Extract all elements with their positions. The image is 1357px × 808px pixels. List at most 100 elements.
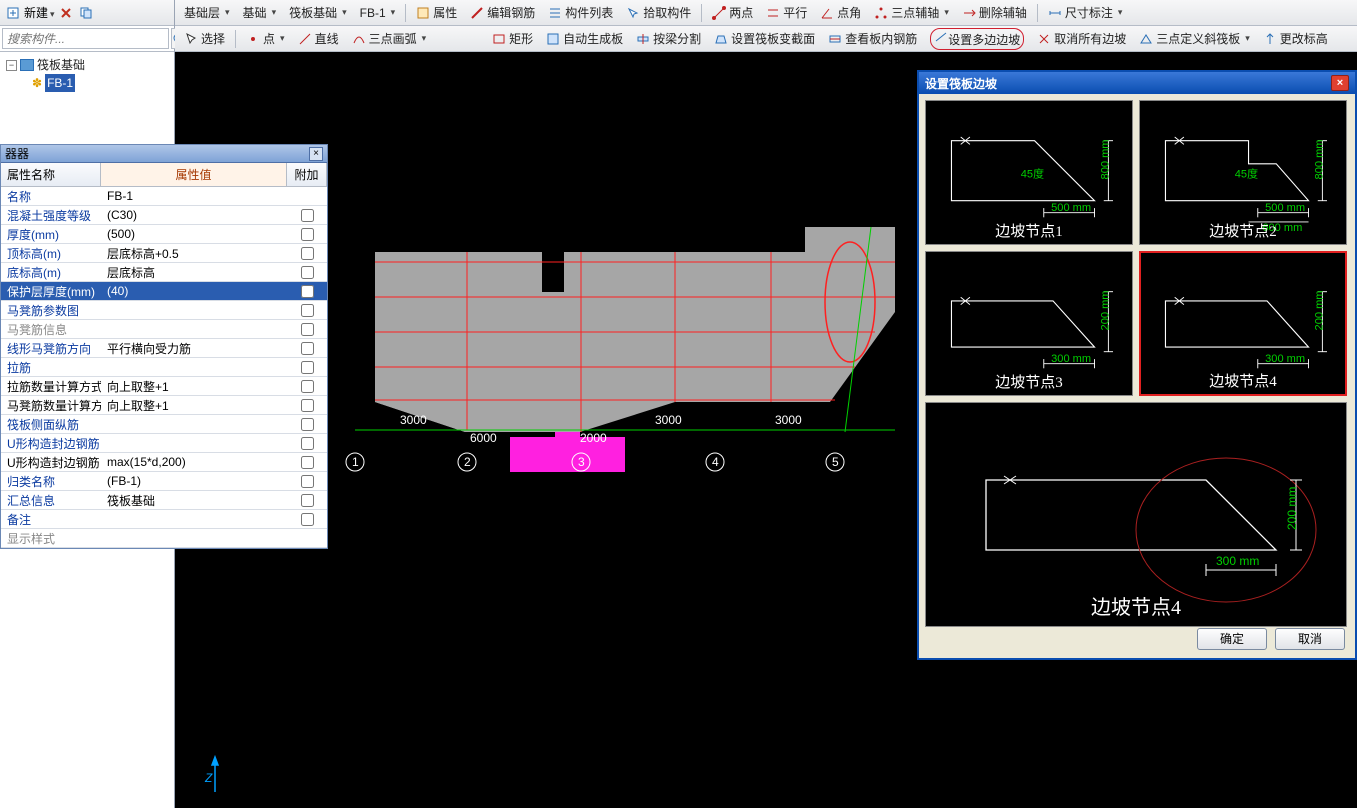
dialog-titlebar[interactable]: 设置筏板边坡 × [919, 72, 1355, 94]
property-row[interactable]: U形构造封边钢筋 [1, 434, 327, 453]
property-row[interactable]: 拉筋 [1, 358, 327, 377]
auto-board-button[interactable]: 自动生成板 [541, 27, 628, 50]
three-point-slab-button[interactable]: 三点定义斜筏板 [1134, 27, 1255, 50]
property-value[interactable]: 筏板基础 [101, 492, 287, 509]
property-row[interactable]: 筏板侧面纵筋 [1, 415, 327, 434]
change-elevation-button[interactable]: 更改标高 [1258, 27, 1333, 50]
extra-checkbox[interactable] [301, 437, 314, 450]
property-row[interactable]: U形构造封边钢筋max(15*d,200) [1, 453, 327, 472]
combo-type[interactable]: 筏板基础 [284, 1, 352, 24]
ok-button[interactable]: 确定 [1197, 628, 1267, 650]
extra-checkbox[interactable] [301, 475, 314, 488]
close-icon[interactable]: × [1331, 75, 1349, 91]
property-value[interactable]: 层底标高 [101, 264, 287, 281]
combo-floor[interactable]: 基础层 [179, 1, 235, 24]
property-row[interactable]: 线形马凳筋方向平行横向受力筋 [1, 339, 327, 358]
slope-thumbnail-3[interactable]: 300 mm 200 mm 边坡节点3 [925, 251, 1133, 396]
pick-component-button[interactable]: 拾取构件 [621, 1, 696, 24]
property-value[interactable]: (C30) [101, 208, 287, 222]
combo-element[interactable]: FB-1 [355, 3, 401, 23]
dialog-title-text: 设置筏板边坡 [925, 75, 997, 92]
property-row[interactable]: 显示样式 [1, 529, 327, 548]
parallel-button[interactable]: 平行 [761, 1, 812, 24]
three-point-axis-button[interactable]: 三点辅轴 [869, 1, 954, 24]
property-row[interactable]: 马凳筋参数图 [1, 301, 327, 320]
delete-axis-button[interactable]: 删除辅轴 [957, 1, 1032, 24]
point-angle-button[interactable]: 点角 [815, 1, 866, 24]
slope-thumbnail-2[interactable]: 500 mm 800 mm600 mm45度 边坡节点2 [1139, 100, 1347, 245]
rect-label: 矩形 [509, 30, 533, 47]
combo-category[interactable]: 基础 [238, 1, 282, 24]
property-value[interactable]: (40) [101, 284, 287, 298]
extra-checkbox[interactable] [301, 494, 314, 507]
extra-checkbox[interactable] [301, 285, 314, 298]
property-row[interactable]: 名称FB-1 [1, 187, 327, 206]
property-row[interactable]: 马凳筋信息 [1, 320, 327, 339]
extra-checkbox[interactable] [301, 342, 314, 355]
two-point-button[interactable]: 两点 [707, 1, 758, 24]
property-value[interactable]: 层底标高+0.5 [101, 245, 287, 262]
property-row[interactable]: 保护层厚度(mm)(40) [1, 282, 327, 301]
cancel-slope-button[interactable]: 取消所有边坡 [1032, 27, 1131, 50]
search-input[interactable] [2, 28, 169, 49]
set-multi-slope-button[interactable]: 设置多边边坡 [925, 25, 1029, 53]
extra-checkbox[interactable] [301, 304, 314, 317]
component-list-button[interactable]: 构件列表 [543, 1, 618, 24]
slope-thumbnail-1[interactable]: 500 mm 800 mm45度 边坡节点1 [925, 100, 1133, 245]
property-row[interactable]: 混凝土强度等级(C30) [1, 206, 327, 225]
close-icon[interactable]: × [309, 147, 323, 161]
line-button[interactable]: 直线 [293, 27, 344, 50]
new-label[interactable]: 新建 [24, 4, 55, 21]
arc3-button[interactable]: 三点画弧 [347, 27, 432, 50]
beam-split-button[interactable]: 按梁分割 [631, 27, 706, 50]
extra-checkbox[interactable] [301, 456, 314, 469]
property-row[interactable]: 归类名称(FB-1) [1, 472, 327, 491]
property-name: 顶标高(m) [1, 245, 101, 262]
property-value[interactable]: FB-1 [101, 189, 287, 203]
rect-button[interactable]: 矩形 [487, 27, 538, 50]
property-row[interactable]: 顶标高(m)层底标高+0.5 [1, 244, 327, 263]
dimension-button[interactable]: 尺寸标注 [1043, 1, 1128, 24]
select-button[interactable]: 选择 [179, 27, 230, 50]
cancel-button[interactable]: 取消 [1275, 628, 1345, 650]
tree-child[interactable]: ✽ FB-1 [6, 74, 168, 92]
property-extra [287, 418, 327, 431]
property-value[interactable]: (FB-1) [101, 474, 287, 488]
copy-icon[interactable] [77, 4, 95, 22]
property-row[interactable]: 厚度(mm)(500) [1, 225, 327, 244]
search-row [0, 26, 174, 52]
property-row[interactable]: 备注 [1, 510, 327, 529]
extra-checkbox[interactable] [301, 228, 314, 241]
delete-icon[interactable] [57, 4, 75, 22]
extra-checkbox[interactable] [301, 209, 314, 222]
extra-checkbox[interactable] [301, 380, 314, 393]
extra-checkbox[interactable] [301, 418, 314, 431]
extra-checkbox[interactable] [301, 513, 314, 526]
extra-checkbox[interactable] [301, 399, 314, 412]
extra-checkbox[interactable] [301, 247, 314, 260]
property-titlebar[interactable]: 器器 × [1, 145, 327, 163]
property-extra [287, 323, 327, 336]
edit-rebar-button[interactable]: 编辑钢筋 [465, 1, 540, 24]
collapse-icon[interactable]: − [6, 60, 17, 71]
property-row[interactable]: 汇总信息筏板基础 [1, 491, 327, 510]
set-section-button[interactable]: 设置筏板变截面 [709, 27, 820, 50]
svg-text:300 mm: 300 mm [1051, 352, 1091, 364]
property-row[interactable]: 底标高(m)层底标高 [1, 263, 327, 282]
extra-checkbox[interactable] [301, 266, 314, 279]
property-row[interactable]: 马凳筋数量计算方向上取整+1 [1, 396, 327, 415]
extra-checkbox[interactable] [301, 323, 314, 336]
property-value[interactable]: max(15*d,200) [101, 455, 287, 469]
attributes-button[interactable]: 属性 [411, 1, 462, 24]
property-value[interactable]: 向上取整+1 [101, 397, 287, 414]
new-component-icon[interactable] [4, 4, 22, 22]
extra-checkbox[interactable] [301, 361, 314, 374]
property-value[interactable]: 向上取整+1 [101, 378, 287, 395]
property-value[interactable]: 平行横向受力筋 [101, 340, 287, 357]
property-row[interactable]: 拉筋数量计算方式向上取整+1 [1, 377, 327, 396]
point-button[interactable]: 点 [241, 27, 290, 50]
view-rebar-button[interactable]: 查看板内钢筋 [823, 27, 922, 50]
slope-thumbnail-4[interactable]: 300 mm 200 mm 边坡节点4 [1139, 251, 1347, 396]
property-value[interactable]: (500) [101, 227, 287, 241]
tree-root[interactable]: − 筏板基础 [6, 56, 168, 74]
